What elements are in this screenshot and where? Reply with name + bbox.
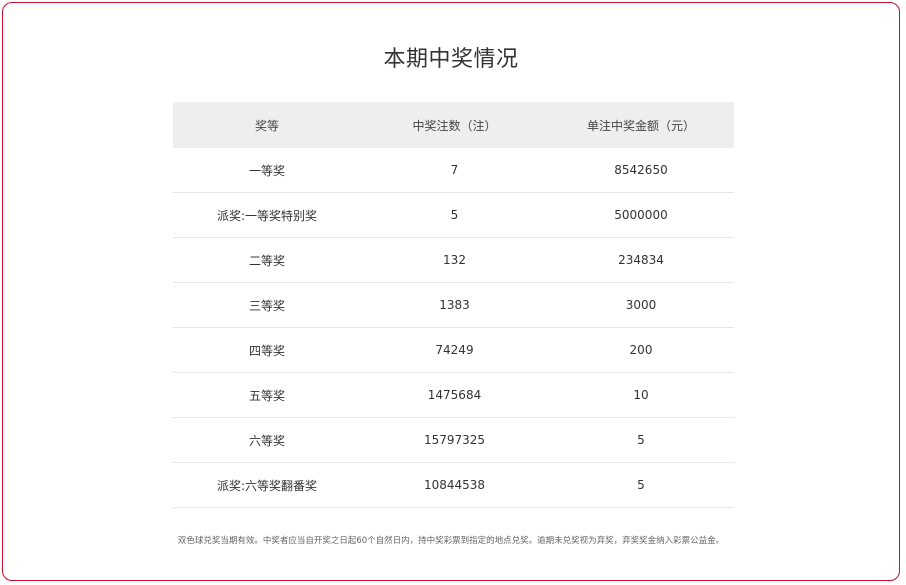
cell-prize-amount: 3000 [548, 282, 734, 328]
results-panel: 本期中奖情况 奖等 中奖注数（注） 单注中奖金额（元） 一等奖 7 854265… [2, 2, 900, 581]
cell-prize-level: 五等奖 [173, 372, 361, 418]
header-prize-level: 奖等 [173, 102, 361, 148]
table-row: 派奖:六等奖翻番奖 10844538 5 [173, 462, 734, 508]
cell-prize-level: 三等奖 [173, 282, 361, 328]
cell-winner-count: 1383 [361, 282, 548, 328]
cell-prize-amount: 5000000 [548, 192, 734, 238]
redemption-note: 双色球兑奖当期有效。中奖者应当自开奖之日起60个自然日内，持中奖彩票到指定的地点… [177, 536, 725, 546]
cell-winner-count: 1475684 [361, 372, 548, 418]
cell-prize-level: 四等奖 [173, 327, 361, 373]
cell-prize-amount: 5 [548, 417, 734, 463]
table-row: 四等奖 74249 200 [173, 327, 734, 373]
table-row: 六等奖 15797325 5 [173, 417, 734, 463]
cell-prize-amount: 10 [548, 372, 734, 418]
header-winner-count: 中奖注数（注） [361, 102, 548, 148]
table-row: 派奖:一等奖特别奖 5 5000000 [173, 192, 734, 238]
cell-winner-count: 5 [361, 192, 548, 238]
cell-prize-amount: 8542650 [548, 148, 734, 193]
cell-prize-level: 派奖:六等奖翻番奖 [173, 462, 361, 508]
header-prize-amount: 单注中奖金额（元） [548, 102, 734, 148]
cell-winner-count: 7 [361, 148, 548, 193]
cell-prize-level: 六等奖 [173, 417, 361, 463]
page-title: 本期中奖情况 [383, 47, 519, 72]
cell-prize-level: 二等奖 [173, 237, 361, 283]
cell-winner-count: 74249 [361, 327, 548, 373]
cell-winner-count: 132 [361, 237, 548, 283]
cell-winner-count: 15797325 [361, 417, 548, 463]
table-row: 五等奖 1475684 10 [173, 372, 734, 418]
table-row: 二等奖 132 234834 [173, 237, 734, 283]
prize-table: 奖等 中奖注数（注） 单注中奖金额（元） 一等奖 7 8542650 派奖:一等… [173, 102, 734, 508]
cell-prize-level: 一等奖 [173, 148, 361, 193]
table-row: 一等奖 7 8542650 [173, 148, 734, 193]
table-header-row: 奖等 中奖注数（注） 单注中奖金额（元） [173, 102, 734, 148]
cell-prize-amount: 200 [548, 327, 734, 373]
cell-prize-level: 派奖:一等奖特别奖 [173, 192, 361, 238]
cell-winner-count: 10844538 [361, 462, 548, 508]
cell-prize-amount: 234834 [548, 237, 734, 283]
cell-prize-amount: 5 [548, 462, 734, 508]
table-row: 三等奖 1383 3000 [173, 282, 734, 328]
